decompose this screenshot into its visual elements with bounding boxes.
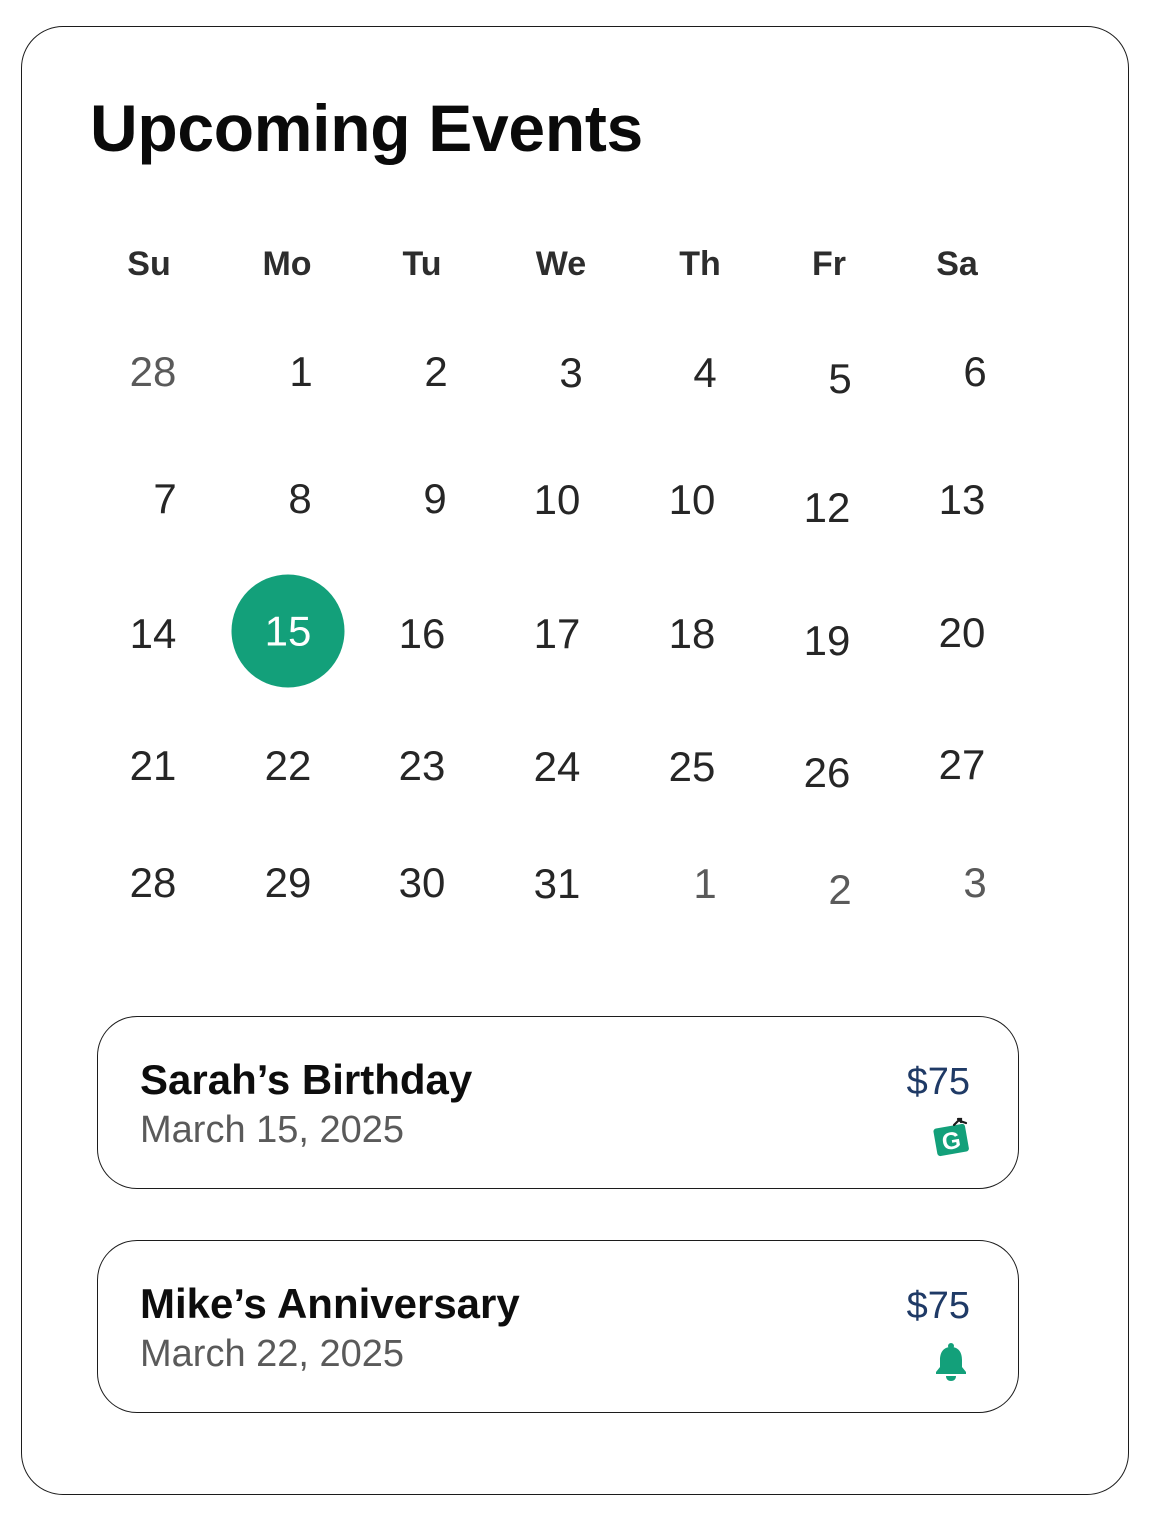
calendar-day[interactable]: 3 bbox=[559, 349, 582, 397]
event-card-mikes-anniversary[interactable]: Mike’s Anniversary March 22, 2025 $75 bbox=[97, 1240, 1019, 1413]
event-price: $75 bbox=[906, 1285, 970, 1327]
calendar-day[interactable]: 7 bbox=[153, 475, 176, 523]
calendar-day[interactable]: 14 bbox=[130, 610, 177, 658]
event-date: March 22, 2025 bbox=[140, 1333, 405, 1375]
calendar-day[interactable]: 23 bbox=[399, 742, 446, 790]
calendar-day[interactable]: 18 bbox=[669, 610, 716, 658]
calendar-day[interactable]: 22 bbox=[265, 742, 312, 790]
event-title: Sarah’s Birthday bbox=[140, 1056, 473, 1103]
calendar-day[interactable]: 30 bbox=[399, 859, 446, 907]
calendar-day[interactable]: 19 bbox=[804, 617, 851, 665]
calendar-day-next-month[interactable]: 1 bbox=[693, 860, 716, 908]
weekday-th: Th bbox=[679, 245, 721, 283]
calendar-day[interactable]: 16 bbox=[399, 610, 446, 658]
calendar-day[interactable]: 21 bbox=[130, 742, 177, 790]
calendar-day[interactable]: 20 bbox=[939, 609, 986, 657]
weekday-su: Su bbox=[127, 245, 171, 283]
calendar-day[interactable]: 9 bbox=[423, 475, 446, 523]
event-title: Mike’s Anniversary bbox=[140, 1280, 520, 1327]
weekday-we: We bbox=[535, 245, 587, 283]
calendar-day[interactable]: 4 bbox=[693, 349, 716, 397]
calendar-day-next-month[interactable]: 2 bbox=[828, 866, 851, 914]
calendar-day-prev-month[interactable]: 28 bbox=[130, 348, 177, 396]
calendar-day[interactable]: 24 bbox=[534, 743, 581, 791]
gift-card-icon-graphic: G bbox=[933, 1117, 969, 1156]
weekday-sa: Sa bbox=[936, 245, 978, 283]
calendar-day[interactable]: 17 bbox=[534, 610, 581, 658]
calendar-day[interactable]: 10 bbox=[534, 476, 581, 524]
calendar-day[interactable]: 31 bbox=[534, 860, 581, 908]
calendar-day[interactable]: 10 bbox=[669, 476, 716, 524]
page-title: Upcoming Events bbox=[90, 91, 643, 165]
calendar-day[interactable]: 26 bbox=[804, 749, 851, 797]
calendar-day[interactable]: 6 bbox=[963, 348, 986, 396]
weekday-fr: Fr bbox=[812, 245, 846, 283]
calendar-day[interactable]: 25 bbox=[669, 743, 716, 791]
calendar-day[interactable]: 2 bbox=[424, 348, 447, 396]
bell-icon[interactable] bbox=[930, 1341, 972, 1383]
calendar-day-selected[interactable]: 15 bbox=[231, 574, 345, 688]
calendar-day[interactable]: 1 bbox=[289, 348, 312, 396]
weekday-mo: Mo bbox=[262, 245, 312, 283]
calendar-day[interactable]: 5 bbox=[828, 355, 851, 403]
event-card-sarahs-birthday[interactable]: Sarah’s Birthday March 15, 2025 $75 G bbox=[97, 1016, 1019, 1189]
bell-icon-graphic bbox=[936, 1343, 966, 1381]
calendar-day[interactable]: 28 bbox=[130, 859, 177, 907]
calendar-day[interactable]: 13 bbox=[939, 476, 986, 524]
calendar-day[interactable]: 8 bbox=[288, 475, 311, 523]
calendar-day[interactable]: 12 bbox=[804, 484, 851, 532]
calendar-day[interactable]: 27 bbox=[939, 741, 986, 789]
event-date: March 15, 2025 bbox=[140, 1109, 405, 1151]
gift-card-icon[interactable]: G bbox=[930, 1117, 972, 1159]
calendar-day[interactable]: 29 bbox=[265, 859, 312, 907]
weekday-tu: Tu bbox=[402, 245, 442, 283]
calendar-day-next-month[interactable]: 3 bbox=[963, 859, 986, 907]
event-price: $75 bbox=[906, 1061, 970, 1103]
